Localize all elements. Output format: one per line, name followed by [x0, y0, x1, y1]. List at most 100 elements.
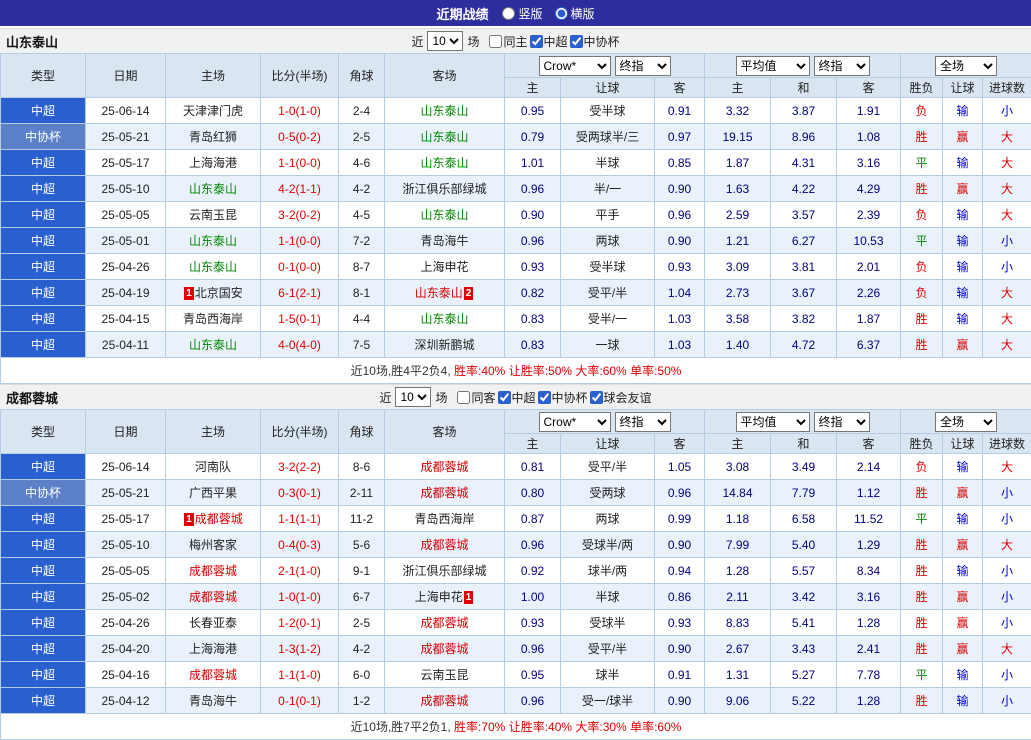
team-name[interactable]: 成都蓉城 — [420, 616, 468, 630]
team-name[interactable]: 青岛海牛 — [420, 234, 468, 248]
team-name[interactable]: 深圳新鹏城 — [414, 338, 474, 352]
team-name[interactable]: 成都蓉城 — [189, 590, 237, 604]
col-type: 类型 — [1, 410, 86, 454]
handicap-cell: 一球 — [561, 332, 655, 358]
checkbox-icon[interactable] — [498, 391, 511, 404]
corners-cell: 2-5 — [339, 610, 385, 636]
checkbox-icon[interactable] — [489, 35, 502, 48]
team-name[interactable]: 山东泰山 — [420, 312, 468, 326]
layout-radio-横版[interactable]: 横版 — [555, 5, 595, 22]
team-name[interactable]: 青岛红狮 — [189, 130, 237, 144]
team-name[interactable]: 成都蓉城 — [420, 460, 468, 474]
result-cell: 负 — [901, 254, 943, 280]
team-name[interactable]: 天津津门虎 — [183, 104, 243, 118]
layout-radio-竖版[interactable]: 竖版 — [502, 5, 542, 22]
team-name[interactable]: 1北京国安 — [183, 286, 243, 300]
team-name[interactable]: 成都蓉城 — [189, 668, 237, 682]
team-name[interactable]: 青岛海牛 — [189, 694, 237, 708]
radio-icon[interactable] — [555, 7, 568, 20]
team-name[interactable]: 长春亚泰 — [189, 616, 237, 630]
team-name[interactable]: 成都蓉城 — [420, 694, 468, 708]
handicap-cell: 半/一 — [561, 176, 655, 202]
average-select[interactable]: 平均值 — [736, 412, 810, 432]
away-team-cell: 深圳新鹏城 — [385, 332, 505, 358]
date-cell: 25-05-21 — [86, 124, 166, 150]
team-name[interactable]: 上海海港 — [189, 156, 237, 170]
filter-checkbox-中超[interactable]: 中超 — [530, 33, 568, 50]
odds-stage-select[interactable]: 终指 — [615, 412, 671, 432]
avg-away-cell: 1.12 — [837, 480, 901, 506]
date-cell: 25-05-10 — [86, 532, 166, 558]
team-name[interactable]: 山东泰山2 — [415, 286, 475, 300]
away-odds-cell: 0.90 — [655, 176, 705, 202]
avg-stage-select[interactable]: 终指 — [814, 412, 870, 432]
team-name[interactable]: 成都蓉城 — [420, 538, 468, 552]
home-team-cell: 山东泰山 — [166, 254, 261, 280]
team-name[interactable]: 1成都蓉城 — [183, 512, 243, 526]
odds-stage-select[interactable]: 终指 — [615, 56, 671, 76]
col-corner: 角球 — [339, 54, 385, 98]
home-team-cell: 长春亚泰 — [166, 610, 261, 636]
date-cell: 25-04-15 — [86, 306, 166, 332]
match-row: 中超25-05-05成都蓉城2-1(1-0)9-1浙江俱乐部绿城0.92球半/两… — [1, 558, 1031, 584]
bookmaker-select[interactable]: Crow* — [539, 412, 611, 432]
checkbox-icon[interactable] — [530, 35, 543, 48]
team-name[interactable]: 山东泰山 — [189, 338, 237, 352]
handicap-cell: 两球 — [561, 506, 655, 532]
team-name[interactable]: 云南玉昆 — [189, 208, 237, 222]
away-odds-cell: 0.90 — [655, 636, 705, 662]
home-team-cell: 天津津门虎 — [166, 98, 261, 124]
team-name[interactable]: 山东泰山 — [189, 182, 237, 196]
fulltime-select[interactable]: 全场 — [935, 412, 997, 432]
match-count-select[interactable]: 10 — [427, 31, 463, 51]
team-name[interactable]: 青岛西海岸 — [183, 312, 243, 326]
match-row: 中超25-04-16成都蓉城1-1(1-0)6-0云南玉昆0.95球半0.911… — [1, 662, 1031, 688]
team-name[interactable]: 成都蓉城 — [189, 564, 237, 578]
home-team-cell: 成都蓉城 — [166, 584, 261, 610]
team-name[interactable]: 成都蓉城 — [420, 486, 468, 500]
avg-stage-select[interactable]: 终指 — [814, 56, 870, 76]
checkbox-label: 球会友谊 — [604, 389, 652, 406]
team-name[interactable]: 成都蓉城 — [420, 642, 468, 656]
match-count-select[interactable]: 10 — [395, 387, 431, 407]
team-name[interactable]: 浙江俱乐部绿城 — [402, 182, 486, 196]
bookmaker-select[interactable]: Crow* — [539, 56, 611, 76]
checkbox-icon[interactable] — [570, 35, 583, 48]
result-cell: 胜 — [901, 176, 943, 202]
filter-checkbox-同客[interactable]: 同客 — [457, 389, 495, 406]
team-name[interactable]: 上海申花1 — [415, 590, 475, 604]
team-name[interactable]: 青岛西海岸 — [414, 512, 474, 526]
team-name[interactable]: 云南玉昆 — [420, 668, 468, 682]
filter-checkbox-同主[interactable]: 同主 — [489, 33, 527, 50]
team-name[interactable]: 山东泰山 — [420, 156, 468, 170]
filter-checkbox-球会友谊[interactable]: 球会友谊 — [590, 389, 652, 406]
goals-cell: 大 — [983, 176, 1031, 202]
filter-checkbox-中协杯[interactable]: 中协杯 — [538, 389, 588, 406]
team-name[interactable]: 山东泰山 — [420, 104, 468, 118]
team-name[interactable]: 浙江俱乐部绿城 — [402, 564, 486, 578]
date-cell: 25-05-05 — [86, 558, 166, 584]
col-odds-home: 主 — [505, 434, 561, 454]
team-name[interactable]: 上海海港 — [189, 642, 237, 656]
checkbox-icon[interactable] — [538, 391, 551, 404]
team-name[interactable]: 河南队 — [195, 460, 231, 474]
checkbox-icon[interactable] — [590, 391, 603, 404]
team-name[interactable]: 山东泰山 — [420, 130, 468, 144]
checkbox-label: 同主 — [503, 33, 527, 50]
team-name[interactable]: 广西平果 — [189, 486, 237, 500]
filter-checkbox-中协杯[interactable]: 中协杯 — [570, 33, 620, 50]
team-name[interactable]: 上海申花 — [420, 260, 468, 274]
checkbox-icon[interactable] — [457, 391, 470, 404]
team-name[interactable]: 梅州客家 — [189, 538, 237, 552]
avg-away-cell: 2.39 — [837, 202, 901, 228]
team-name[interactable]: 山东泰山 — [189, 234, 237, 248]
team-name[interactable]: 山东泰山 — [420, 208, 468, 222]
average-select[interactable]: 平均值 — [736, 56, 810, 76]
home-team-cell: 1北京国安 — [166, 280, 261, 306]
filter-checkbox-中超[interactable]: 中超 — [498, 389, 536, 406]
radio-icon[interactable] — [502, 7, 515, 20]
team-name[interactable]: 山东泰山 — [189, 260, 237, 274]
score-cell: 1-5(0-1) — [261, 306, 339, 332]
match-row: 中超25-06-14天津津门虎1-0(1-0)2-4山东泰山0.95受半球0.9… — [1, 98, 1031, 124]
fulltime-select[interactable]: 全场 — [935, 56, 997, 76]
